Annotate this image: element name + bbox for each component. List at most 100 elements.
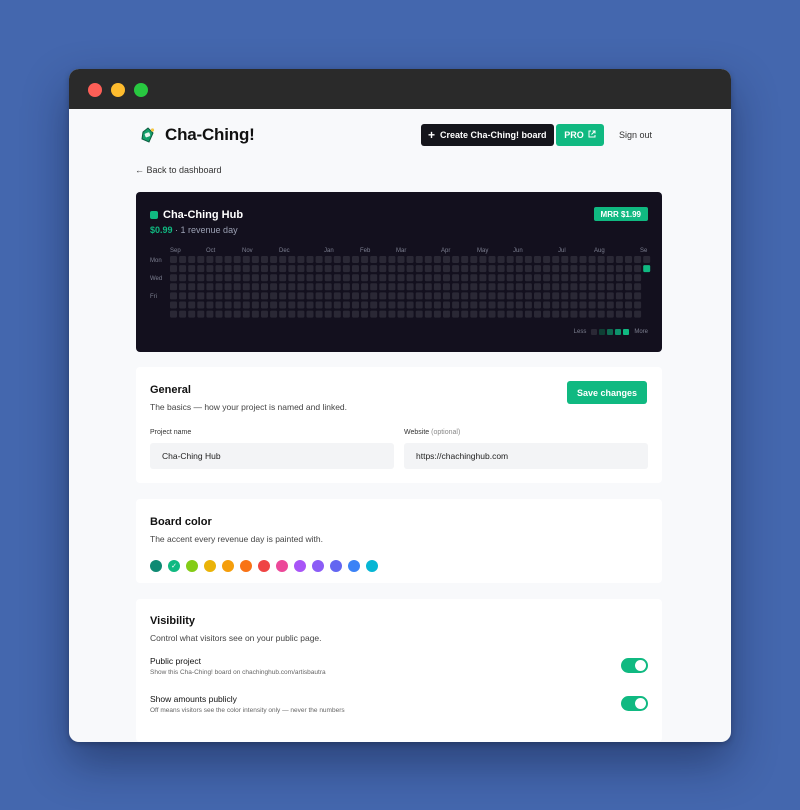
heatmap-cell [497,283,505,291]
heatmap-cell [215,274,223,282]
heatmap-cell [306,274,314,282]
heatmap-cell [570,292,578,300]
color-swatch[interactable] [312,560,324,572]
heatmap-cell [615,256,623,263]
heatmap-cell [370,274,378,282]
sign-out-link[interactable]: Sign out [619,130,652,140]
heatmap-cell [488,292,496,300]
heatmap-cell [342,283,350,291]
heatmap-cell [397,310,405,318]
heatmap-cell [606,274,614,282]
heatmap-cell [570,256,578,263]
heatmap-cell [461,310,469,318]
heatmap-cell [461,265,469,273]
heatmap-cell [333,256,341,263]
pro-button[interactable]: PRO [556,124,604,146]
heatmap-cell [251,274,259,282]
board-color-desc: The accent every revenue day is painted … [150,534,323,544]
heatmap-cell [215,301,223,309]
heatmap-cell [406,292,414,300]
color-swatch[interactable] [150,560,162,572]
heatmap-cell [543,310,551,318]
color-swatch[interactable] [240,560,252,572]
heatmap-cell [206,310,214,318]
general-title: General [150,384,191,396]
heatmap-cell [233,310,241,318]
heatmap-cell [606,301,614,309]
heatmap-cell [524,283,532,291]
color-swatch[interactable] [186,560,198,572]
heatmap-cell [224,310,232,318]
project-name-input[interactable]: Cha-Ching Hub [150,443,394,469]
color-swatch[interactable] [330,560,342,572]
heatmap-cell [197,292,205,300]
heatmap-cell [206,292,214,300]
minimize-window-button[interactable] [111,83,125,97]
heatmap-cell [625,256,632,263]
heatmap-cell [534,283,541,291]
color-swatch[interactable] [276,560,288,572]
color-swatch[interactable] [222,560,234,572]
website-label-text: Website [404,429,430,436]
heatmap-cell [288,292,296,300]
heatmap-cell [524,256,532,263]
heatmap-cell [552,265,560,273]
color-swatch[interactable] [348,560,360,572]
heatmap-cell [279,301,287,309]
heatmap-cell [170,292,177,300]
color-swatch[interactable] [204,560,216,572]
color-swatch-selected[interactable]: ✓ [168,560,180,572]
heatmap-cell [242,292,250,300]
color-swatch[interactable] [366,560,378,572]
heatmap-cell [342,310,350,318]
heatmap-cell [297,283,305,291]
heatmap-cell [625,292,632,300]
website-input[interactable]: https://chachinghub.com [404,443,648,469]
legend-box [607,329,614,335]
app-logo[interactable]: Cha-Ching! [139,125,255,145]
create-board-button[interactable]: + Create Cha-Ching! board [421,124,554,146]
heatmap-cell [552,310,560,318]
heatmap-cell [197,283,205,291]
heatmap-cell [552,283,560,291]
public-project-toggle[interactable] [621,658,648,673]
heatmap-cell [206,301,214,309]
heatmap-cell [379,274,387,282]
close-window-button[interactable] [88,83,102,97]
heatmap-cell [224,265,232,273]
heatmap-cell [552,301,560,309]
heatmap-cell [361,265,369,273]
heatmap-cell [506,301,514,309]
heatmap-cell [543,274,551,282]
heatmap-cell [188,274,196,282]
heatmap-cell [406,283,414,291]
heatmap-cell [379,256,387,263]
heatmap-cell [606,283,614,291]
heatmap-cell [170,301,177,309]
heatmap-cell [461,274,469,282]
revenue-heatmap [170,256,651,318]
show-amounts-toggle[interactable] [621,696,648,711]
heatmap-cell [251,283,259,291]
heatmap-cell [324,301,332,309]
heatmap-cell [388,310,396,318]
heatmap-cell [524,274,532,282]
save-changes-button[interactable]: Save changes [567,381,647,404]
heatmap-cell [579,265,587,273]
heatmap-cell [634,301,642,309]
maximize-window-button[interactable] [134,83,148,97]
heatmap-cell [415,292,423,300]
heatmap-cell [552,292,560,300]
heatmap-cell [515,265,523,273]
color-swatch[interactable] [294,560,306,572]
heatmap-cell [424,265,432,273]
heatmap-cell [452,283,460,291]
heatmap-cell [424,310,432,318]
heatmap-cell [179,310,187,318]
board-color-card: Board color The accent every revenue day… [136,499,662,583]
back-to-dashboard-link[interactable]: ← Back to dashboard [135,165,222,175]
heatmap-cell [588,292,596,300]
heatmap-cell [597,256,605,263]
heatmap-cell [524,292,532,300]
color-swatch[interactable] [258,560,270,572]
